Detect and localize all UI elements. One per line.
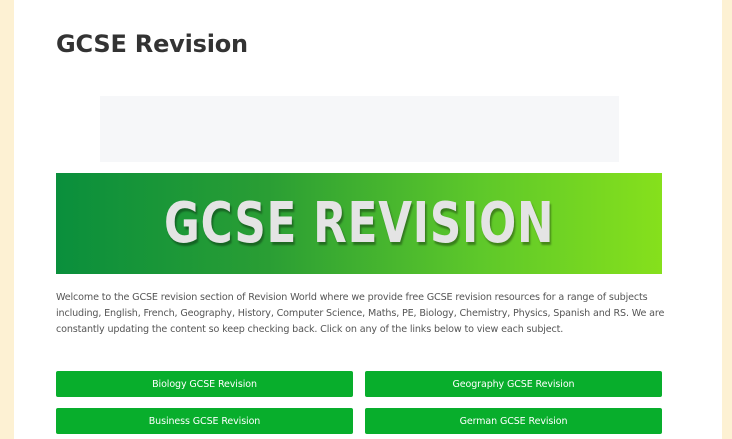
page-title: GCSE Revision — [56, 30, 248, 58]
german-gcse-revision-button[interactable]: German GCSE Revision — [365, 408, 662, 434]
hero-banner-text: GCSE REVISION — [163, 190, 555, 256]
intro-paragraph: Welcome to the GCSE revision section of … — [56, 292, 665, 335]
ad-placeholder — [100, 96, 619, 162]
biology-gcse-revision-button[interactable]: Biology GCSE Revision — [56, 371, 353, 397]
business-gcse-revision-button[interactable]: Business GCSE Revision — [56, 408, 353, 434]
content-card: GCSE Revision GCSE REVISION Welcome to t… — [14, 0, 722, 439]
hero-banner: GCSE REVISION — [56, 173, 662, 274]
geography-gcse-revision-button[interactable]: Geography GCSE Revision — [365, 371, 662, 397]
